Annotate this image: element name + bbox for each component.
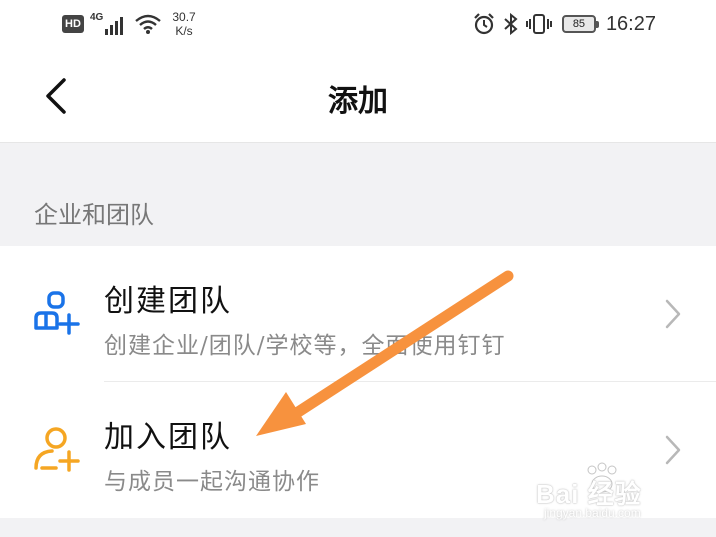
status-right: 85 16:27 <box>472 8 656 40</box>
nav-bar: 添加 <box>0 50 716 143</box>
wifi-icon <box>135 14 162 34</box>
alarm-icon <box>474 13 494 35</box>
status-bar: HD 4G 30.7 K/s 85 16:27 <box>0 0 716 50</box>
create-team-title: 创建团队 <box>104 284 232 319</box>
network-speed: 30.7 K/s <box>172 10 195 38</box>
join-team-icon <box>34 427 80 472</box>
speed-value: 30.7 <box>172 10 196 24</box>
network-type: 4G <box>90 12 104 23</box>
battery-icon: 85 <box>561 15 599 33</box>
status-left: HD 4G 30.7 K/s <box>62 8 196 40</box>
join-team-title: 加入团队 <box>104 420 232 455</box>
section-title: 企业和团队 <box>34 201 154 229</box>
signal-icon <box>105 17 124 35</box>
join-team-subtitle: 与成员一起沟通协作 <box>104 469 320 495</box>
create-team-subtitle: 创建企业/团队/学校等，全面使用钉钉 <box>104 333 506 359</box>
vibrate-icon <box>525 14 552 34</box>
chevron-right-icon <box>665 299 681 329</box>
baidu-watermark: Bai 经验 jingyan.baidu.com <box>536 462 676 522</box>
hd-badge: HD <box>62 15 84 33</box>
mobile-signal: 4G <box>90 12 126 36</box>
create-team-item[interactable]: 创建团队 创建企业/团队/学校等，全面使用钉钉 <box>0 246 716 382</box>
speed-unit: K/s <box>175 24 193 38</box>
page-title: 添加 <box>328 84 388 119</box>
watermark-url: jingyan.baidu.com <box>544 506 641 520</box>
clock: 16:27 <box>605 12 656 35</box>
bluetooth-icon <box>504 12 518 36</box>
create-team-icon <box>34 291 80 335</box>
